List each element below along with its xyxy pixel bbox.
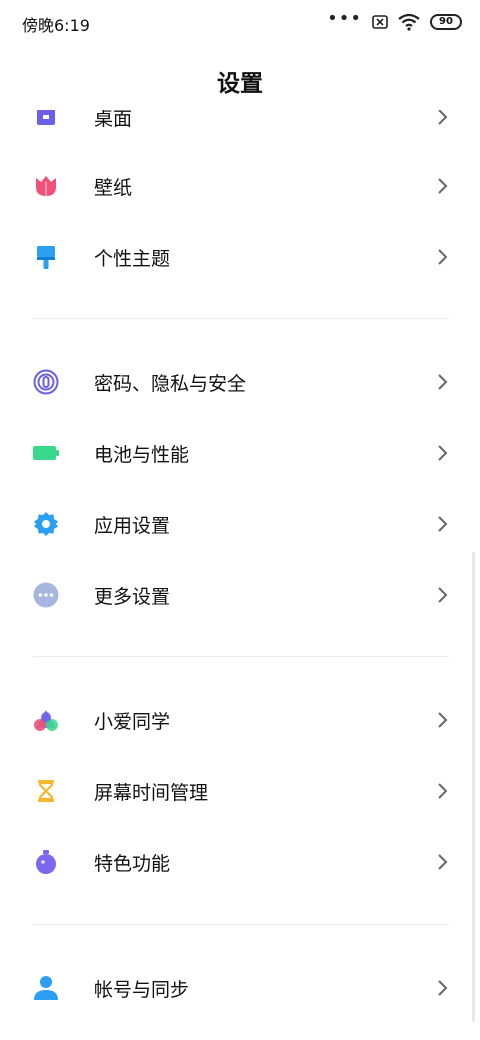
- desktop-icon: [37, 110, 55, 125]
- settings-item-desktop[interactable]: 桌面: [0, 110, 480, 147]
- title-bar: 设置: [0, 44, 480, 110]
- settings-list: 桌面 壁纸 个性主题 密码、隐私与安全 电池与性能 应用设置 更多设置 小爱同学…: [0, 110, 480, 1040]
- settings-item-label: 桌面: [94, 110, 133, 130]
- hourglass-icon: [38, 780, 54, 802]
- settings-item-label: 壁纸: [94, 177, 133, 199]
- settings-item-label: 特色功能: [94, 853, 171, 875]
- chevron-right-icon: [438, 980, 448, 996]
- chevron-right-icon: [438, 516, 448, 532]
- settings-item-label: 密码、隐私与安全: [94, 373, 247, 395]
- settings-item-more-settings[interactable]: 更多设置: [0, 565, 480, 625]
- flask-icon: [36, 850, 56, 874]
- chevron-right-icon: [438, 178, 448, 194]
- battery-icon: [33, 446, 59, 460]
- chevron-right-icon: [438, 783, 448, 799]
- chevron-right-icon: [438, 587, 448, 603]
- chevron-right-icon: [438, 249, 448, 265]
- more-notifications-icon: •••: [327, 8, 362, 29]
- settings-item-label: 屏幕时间管理: [94, 782, 209, 804]
- wifi-icon: [398, 13, 420, 31]
- tulip-icon: [36, 176, 56, 196]
- status-bar: 傍晚6:19 ••• 90: [0, 0, 480, 44]
- settings-item-label: 个性主题: [94, 248, 171, 270]
- divider: [33, 318, 449, 319]
- settings-item-label: 电池与性能: [94, 444, 190, 466]
- settings-item-account[interactable]: 帐号与同步: [0, 958, 480, 1018]
- settings-item-app-settings[interactable]: 应用设置: [0, 494, 480, 554]
- chevron-right-icon: [438, 854, 448, 870]
- xiaoai-icon: [34, 710, 58, 731]
- settings-item-wallpaper[interactable]: 壁纸: [0, 156, 480, 216]
- chevron-right-icon: [438, 445, 448, 461]
- settings-item-theme[interactable]: 个性主题: [0, 227, 480, 287]
- fingerprint-icon: [33, 369, 59, 395]
- page-title: 设置: [217, 71, 263, 97]
- more-dots-icon: [33, 582, 59, 608]
- brush-icon: [37, 246, 55, 269]
- settings-item-label: 小爱同学: [94, 711, 171, 733]
- settings-item-security[interactable]: 密码、隐私与安全: [0, 352, 480, 412]
- chevron-right-icon: [438, 712, 448, 728]
- settings-item-battery[interactable]: 电池与性能: [0, 423, 480, 483]
- settings-item-label: 帐号与同步: [94, 979, 190, 1001]
- chevron-right-icon: [438, 110, 448, 125]
- gear-icon: [34, 512, 58, 536]
- battery-indicator: 90: [430, 14, 462, 30]
- chevron-right-icon: [438, 374, 448, 390]
- divider: [33, 924, 449, 925]
- sim-blocked-icon: [372, 15, 388, 29]
- settings-item-label: 应用设置: [94, 515, 171, 537]
- settings-item-label: 更多设置: [94, 586, 171, 608]
- settings-item-xiaoai[interactable]: 小爱同学: [0, 690, 480, 750]
- scrollbar[interactable]: [472, 552, 475, 1022]
- settings-item-screen-time[interactable]: 屏幕时间管理: [0, 761, 480, 821]
- status-time: 傍晚6:19: [22, 16, 90, 35]
- person-icon: [34, 976, 58, 1000]
- settings-item-features[interactable]: 特色功能: [0, 832, 480, 892]
- divider: [33, 656, 449, 657]
- status-icons: ••• 90: [327, 8, 462, 33]
